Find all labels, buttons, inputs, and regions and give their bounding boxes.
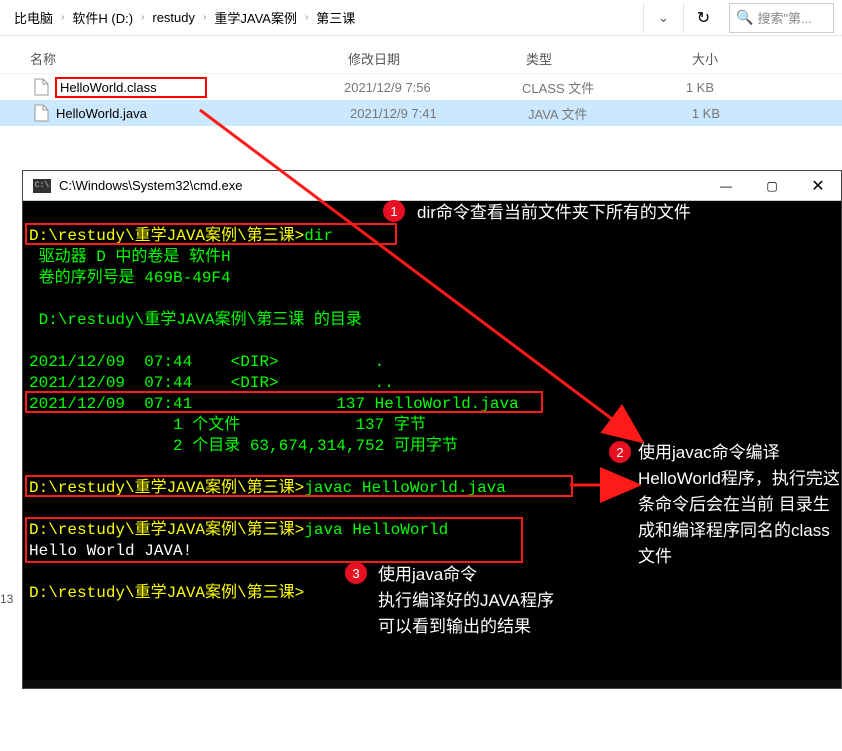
- address-bar: 比电脑› 软件H (D:)› restudy› 重学JAVA案例› 第三课 ⌄ …: [0, 0, 842, 36]
- refresh-button[interactable]: ↻: [683, 3, 723, 33]
- out-line: 2021/12/09 07:41 137 HelloWorld.java: [29, 395, 519, 413]
- col-date-header[interactable]: 修改日期: [348, 49, 526, 68]
- maximize-button[interactable]: ▢: [749, 171, 795, 201]
- file-type: CLASS 文件: [522, 78, 652, 97]
- crumb-4[interactable]: 第三课: [310, 4, 361, 31]
- minimize-button[interactable]: —: [703, 171, 749, 201]
- file-row[interactable]: HelloWorld.java 2021/12/9 7:41 JAVA 文件 1…: [0, 100, 842, 126]
- crumb-1[interactable]: 软件H (D:): [66, 4, 139, 31]
- prompt: D:\restudy\重学JAVA案例\第三课>: [29, 227, 304, 245]
- out-line: D:\restudy\重学JAVA案例\第三课 的目录: [29, 311, 362, 329]
- crumb-3[interactable]: 重学JAVA案例: [208, 4, 303, 31]
- cmd-javac: javac HelloWorld.java: [304, 479, 506, 497]
- file-name: HelloWorld.class: [56, 78, 206, 97]
- chevron-right-icon: ›: [201, 12, 208, 23]
- address-dropdown[interactable]: ⌄: [643, 3, 683, 33]
- prompt: D:\restudy\重学JAVA案例\第三课>: [29, 479, 304, 497]
- prompt: D:\restudy\重学JAVA案例\第三课>: [29, 584, 304, 602]
- out-line: 卷的序列号是 469B-49F4: [29, 269, 231, 287]
- crumb-0[interactable]: 比电脑: [8, 4, 59, 31]
- search-icon: 🔍: [736, 9, 753, 26]
- cmd-icon: C:\: [33, 179, 51, 193]
- out-line: 2 个目录 63,674,314,752 可用字节: [29, 437, 458, 455]
- annotation-badge-2: 2: [609, 441, 631, 463]
- file-date: 2021/12/9 7:56: [344, 80, 522, 95]
- annotation-badge-3: 3: [345, 562, 367, 584]
- close-button[interactable]: ✕: [795, 171, 841, 201]
- file-icon: [32, 77, 50, 97]
- search-input[interactable]: 🔍 搜索"第...: [729, 3, 834, 33]
- chevron-right-icon: ›: [59, 12, 66, 23]
- column-headers: 名称 修改日期 类型 大小: [0, 36, 842, 74]
- prompt: D:\restudy\重学JAVA案例\第三课>: [29, 521, 304, 539]
- chevron-right-icon: ›: [303, 12, 310, 23]
- out-line: 1 个文件 137 字节: [29, 416, 426, 434]
- out-line: 驱动器 D 中的卷是 软件H: [29, 248, 231, 266]
- cmd-dir: dir: [304, 227, 333, 245]
- status-count: 13: [0, 592, 13, 606]
- col-size-header[interactable]: 大小: [656, 49, 748, 68]
- file-row[interactable]: HelloWorld.class 2021/12/9 7:56 CLASS 文件…: [0, 74, 842, 100]
- file-size: 1 KB: [652, 80, 744, 95]
- crumb-2[interactable]: restudy: [146, 6, 201, 29]
- program-output: Hello World JAVA!: [29, 542, 192, 560]
- cmd-titlebar[interactable]: C:\ C:\Windows\System32\cmd.exe — ▢ ✕: [23, 171, 841, 201]
- cmd-java: java HelloWorld: [304, 521, 448, 539]
- file-type: JAVA 文件: [528, 104, 658, 123]
- breadcrumb[interactable]: 比电脑› 软件H (D:)› restudy› 重学JAVA案例› 第三课: [0, 4, 643, 31]
- out-line: 2021/12/09 07:44 <DIR> ..: [29, 374, 394, 392]
- annotation-badge-1: 1: [383, 200, 405, 222]
- file-size: 1 KB: [658, 106, 750, 121]
- window-controls: — ▢ ✕: [703, 171, 841, 201]
- cmd-output[interactable]: D:\restudy\重学JAVA案例\第三课>dir 驱动器 D 中的卷是 软…: [23, 201, 841, 680]
- cmd-window: C:\ C:\Windows\System32\cmd.exe — ▢ ✕ D:…: [22, 170, 842, 689]
- file-name: HelloWorld.java: [56, 106, 350, 121]
- chevron-right-icon: ›: [139, 12, 146, 23]
- cmd-title-text: C:\Windows\System32\cmd.exe: [59, 178, 703, 193]
- file-icon: [32, 103, 50, 123]
- file-explorer: 比电脑› 软件H (D:)› restudy› 重学JAVA案例› 第三课 ⌄ …: [0, 0, 842, 126]
- out-line: 2021/12/09 07:44 <DIR> .: [29, 353, 384, 371]
- file-date: 2021/12/9 7:41: [350, 106, 528, 121]
- col-name-header[interactable]: 名称: [30, 49, 348, 68]
- col-type-header[interactable]: 类型: [526, 49, 656, 68]
- search-placeholder: 搜索"第...: [757, 8, 811, 27]
